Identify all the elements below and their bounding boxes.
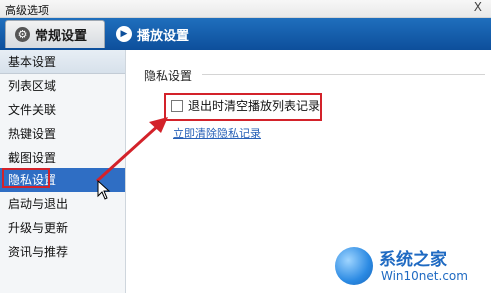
tab-label: 播放设置	[137, 28, 190, 44]
section-title: 隐私设置	[144, 69, 193, 83]
clear-privacy-link[interactable]: 立即清除隐私记录	[173, 125, 261, 141]
sidebar-item-label: 资讯与推荐	[8, 245, 69, 259]
sidebar-item-label: 截图设置	[8, 151, 57, 165]
watermark: 系统之家 Win10net.com	[335, 245, 485, 289]
title-bar: 高级选项 X	[0, 0, 491, 18]
section-divider	[202, 74, 485, 75]
tab-general-settings[interactable]: ⚙ 常规设置	[5, 20, 105, 48]
sidebar-item-label: 文件关联	[8, 103, 57, 117]
advanced-options-window: 高级选项 X ⚙ 常规设置 ▶ 播放设置 基本设置 列表区域 文件关联 热键设置…	[0, 0, 491, 293]
sidebar-item-hotkeys[interactable]: 热键设置	[0, 122, 125, 146]
highlight-box-privacy	[2, 168, 50, 188]
sidebar-item-news[interactable]: 资讯与推荐	[0, 240, 125, 264]
sidebar-item-file-association[interactable]: 文件关联	[0, 98, 125, 122]
play-settings-icon: ▶	[116, 26, 132, 42]
sidebar-item-list-area[interactable]: 列表区域	[0, 74, 125, 98]
tab-bar: ⚙ 常规设置 ▶ 播放设置	[0, 18, 491, 50]
sidebar-item-label: 基本设置	[8, 55, 57, 69]
highlight-box-checkbox	[164, 93, 322, 121]
tab-label: 常规设置	[35, 29, 88, 44]
sidebar-item-upgrade[interactable]: 升级与更新	[0, 216, 125, 240]
privacy-settings-panel: 隐私设置 退出时清空播放列表记录 立即清除隐私记录 系统之家 Win10net.…	[126, 50, 491, 293]
close-button[interactable]: X	[474, 0, 482, 14]
window-title: 高级选项	[5, 4, 49, 17]
gear-icon: ⚙	[15, 27, 30, 42]
watermark-url: Win10net.com	[381, 269, 468, 283]
mouse-cursor-icon	[97, 180, 111, 200]
tab-playback-settings[interactable]: ▶ 播放设置	[107, 20, 199, 48]
sidebar-item-label: 热键设置	[8, 127, 57, 141]
sidebar-item-label: 升级与更新	[8, 221, 69, 235]
sidebar-item-label: 启动与退出	[8, 197, 69, 211]
sidebar-item-label: 列表区域	[8, 79, 57, 93]
watermark-title: 系统之家	[379, 250, 447, 270]
sidebar: 基本设置 列表区域 文件关联 热键设置 截图设置 隐私设置 启动与退出 升级与更…	[0, 50, 126, 293]
sidebar-item-basic-settings[interactable]: 基本设置	[0, 50, 125, 74]
sidebar-item-screenshot[interactable]: 截图设置	[0, 146, 125, 170]
globe-logo-icon	[335, 247, 373, 285]
